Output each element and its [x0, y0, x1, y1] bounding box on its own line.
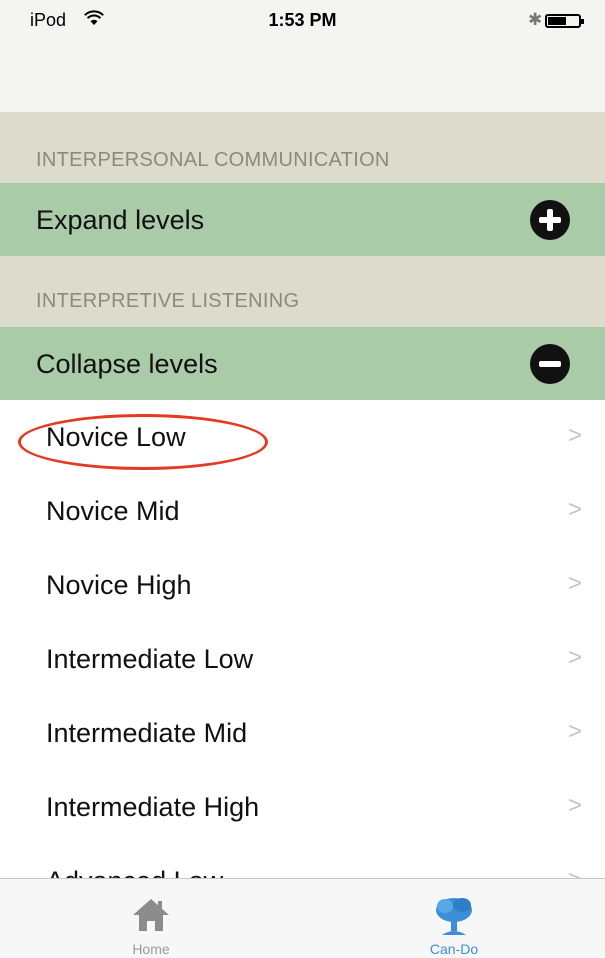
- level-row-novice-mid[interactable]: Novice Mid >: [0, 474, 605, 548]
- collapse-levels-label: Collapse levels: [36, 349, 218, 379]
- chevron-right-icon: >: [568, 792, 583, 819]
- chevron-right-icon: >: [568, 570, 583, 597]
- minus-circle-icon[interactable]: [530, 344, 570, 384]
- level-row-intermediate-mid[interactable]: Intermediate Mid >: [0, 696, 605, 770]
- section-header-interpretive-listening: INTERPRETIVE LISTENING: [0, 256, 605, 327]
- section-header-label: INTERPERSONAL COMMUNICATION: [36, 149, 390, 171]
- expand-levels-row[interactable]: Expand levels: [0, 183, 605, 256]
- plus-circle-icon[interactable]: [530, 200, 570, 240]
- section-header-label: INTERPRETIVE LISTENING: [36, 290, 300, 312]
- level-row-novice-low[interactable]: Novice Low >: [0, 400, 605, 474]
- tab-can-do-label: Can-Do: [429, 941, 479, 957]
- chevron-right-icon: >: [568, 866, 582, 878]
- collapse-levels-row[interactable]: Collapse levels: [0, 327, 605, 400]
- battery-icon: [545, 14, 584, 28]
- chevron-right-icon: >: [568, 718, 583, 745]
- tab-home-label: Home: [132, 941, 170, 957]
- level-row-intermediate-low[interactable]: Intermediate Low >: [0, 622, 605, 696]
- level-label: Advanced Low: [46, 866, 223, 878]
- tab-bar: Home Can-Do: [0, 878, 605, 958]
- tree-icon: [434, 895, 474, 942]
- navigation-bar: [0, 40, 605, 113]
- status-bar: iPod 1:53 PM ✱: [0, 0, 605, 40]
- level-label: Intermediate High: [46, 792, 260, 822]
- bluetooth-icon: ✱: [528, 10, 543, 29]
- expand-levels-label: Expand levels: [36, 205, 205, 235]
- section-header-interpersonal: INTERPERSONAL COMMUNICATION: [0, 112, 605, 183]
- level-label: Novice Mid: [46, 496, 180, 526]
- level-row-novice-high[interactable]: Novice High >: [0, 548, 605, 622]
- level-label: Intermediate Mid: [46, 718, 248, 748]
- level-label: Novice Low: [46, 422, 186, 452]
- level-label: Intermediate Low: [46, 644, 254, 674]
- level-row-advanced-low[interactable]: Advanced Low >: [0, 858, 605, 878]
- chevron-right-icon: >: [568, 644, 583, 671]
- tab-can-do[interactable]: Can-Do: [303, 879, 605, 958]
- home-icon: [131, 895, 171, 940]
- chevron-right-icon: >: [568, 422, 583, 449]
- tab-home[interactable]: Home: [0, 879, 302, 958]
- app-screen: iPod 1:53 PM ✱ INTERPERSONAL COMMUNICATI…: [0, 0, 605, 958]
- level-row-intermediate-high[interactable]: Intermediate High >: [0, 770, 605, 844]
- clock: 1:53 PM: [268, 10, 337, 30]
- level-label: Novice High: [46, 570, 192, 600]
- chevron-right-icon: >: [568, 496, 583, 523]
